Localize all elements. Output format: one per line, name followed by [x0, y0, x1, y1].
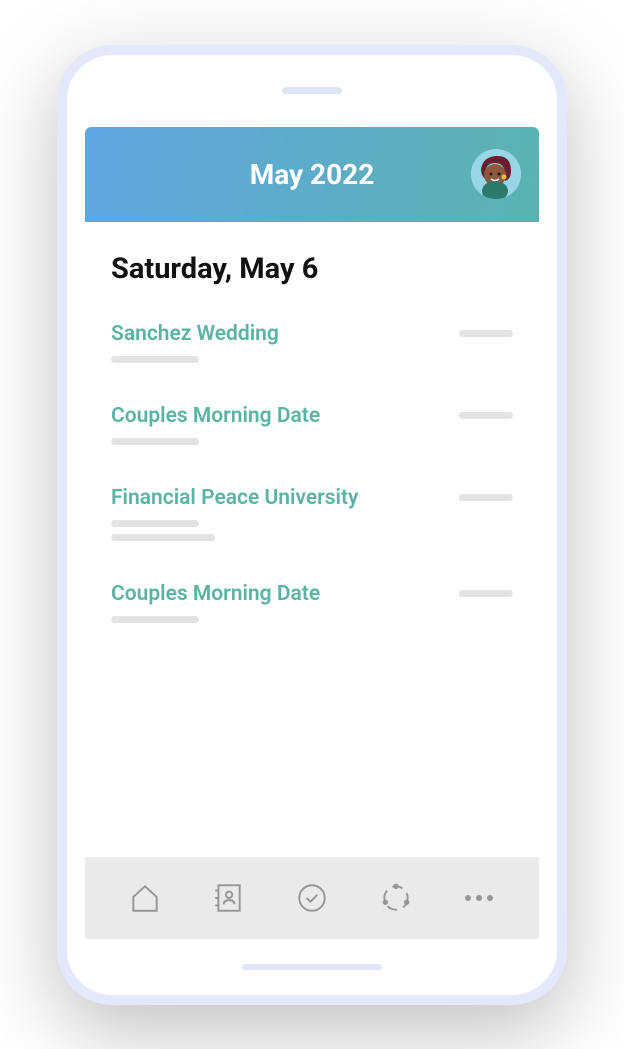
- contacts-icon: [211, 881, 245, 915]
- speaker-slot: [282, 87, 342, 94]
- nav-groups[interactable]: [376, 878, 416, 918]
- home-indicator-area: [67, 939, 557, 995]
- nav-more[interactable]: [459, 878, 499, 918]
- event-title: Couples Morning Date: [111, 582, 459, 606]
- event-title: Sanchez Wedding: [111, 322, 459, 346]
- check-circle-icon: [295, 881, 329, 915]
- event-left: Financial Peace University: [111, 486, 459, 548]
- avatar[interactable]: [471, 149, 521, 199]
- event-meta-placeholder: [459, 412, 513, 419]
- event-detail-placeholder: [111, 438, 199, 445]
- avatar-illustration: [471, 149, 521, 199]
- events-list: Sanchez Wedding Couples Morning Date Finan…: [111, 322, 513, 630]
- nav-contacts[interactable]: [208, 878, 248, 918]
- event-detail-placeholder: [111, 356, 199, 363]
- screen: May 2022 Saturday, May 6: [85, 127, 539, 857]
- event-detail-placeholder: [111, 520, 199, 527]
- event-left: Couples Morning Date: [111, 582, 459, 630]
- event-item[interactable]: Sanchez Wedding: [111, 322, 513, 370]
- event-item[interactable]: Couples Morning Date: [111, 582, 513, 630]
- home-icon: [128, 881, 162, 915]
- content-area: Saturday, May 6 Sanchez Wedding Couples M…: [85, 222, 539, 857]
- event-left: Couples Morning Date: [111, 404, 459, 452]
- phone-frame: May 2022 Saturday, May 6: [57, 45, 567, 1005]
- event-title: Financial Peace University: [111, 486, 459, 510]
- event-title: Couples Morning Date: [111, 404, 459, 428]
- event-item[interactable]: Couples Morning Date: [111, 404, 513, 452]
- event-meta-placeholder: [459, 330, 513, 337]
- header-title: May 2022: [250, 158, 375, 191]
- event-detail-placeholder: [111, 534, 215, 541]
- notch-bar: [67, 55, 557, 127]
- more-icon: [465, 895, 493, 901]
- bottom-nav: [85, 857, 539, 939]
- group-circle-icon: [379, 881, 413, 915]
- event-meta-placeholder: [459, 590, 513, 597]
- home-indicator[interactable]: [242, 964, 382, 970]
- nav-tasks[interactable]: [292, 878, 332, 918]
- date-heading: Saturday, May 6: [111, 252, 513, 286]
- nav-home[interactable]: [125, 878, 165, 918]
- event-item[interactable]: Financial Peace University: [111, 486, 513, 548]
- app-header: May 2022: [85, 127, 539, 222]
- event-left: Sanchez Wedding: [111, 322, 459, 370]
- event-detail-placeholder: [111, 616, 199, 623]
- event-meta-placeholder: [459, 494, 513, 501]
